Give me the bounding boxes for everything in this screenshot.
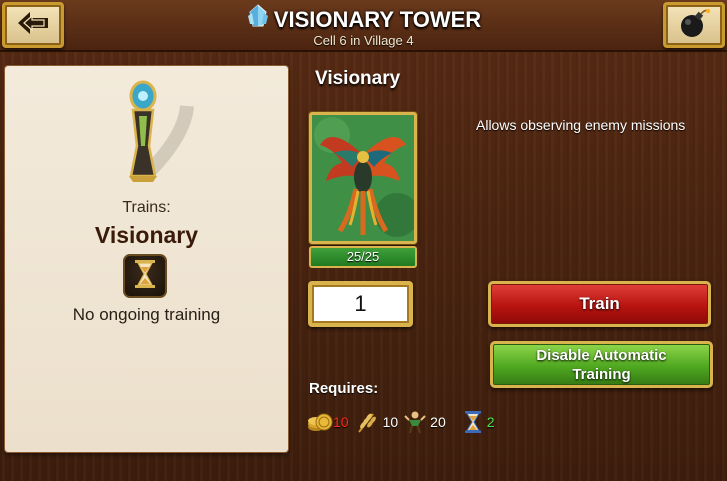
trained-unit-name: Visionary (94, 222, 199, 248)
wheat-cost-value: 10 (382, 414, 399, 430)
gold-cost-value: 10 (333, 414, 349, 430)
auto-training-label-line2: Training (572, 366, 631, 383)
building-info-panel: Trains: Visionary No ongoing training (5, 66, 288, 452)
requirement-time: 2 (464, 410, 495, 434)
gold-coins-icon (307, 411, 333, 433)
hourglass-icon (134, 259, 156, 294)
unit-count-bar: 25/25 (309, 246, 417, 268)
requirement-gold: 10 (307, 411, 349, 433)
disable-automatic-training-button[interactable]: Disable Automatic Training (490, 341, 713, 388)
requirement-population: 20 (404, 410, 446, 434)
phoenix-icon (312, 115, 414, 241)
hourglass-icon (464, 410, 482, 434)
page-title: VISIONARY TOWER (273, 6, 482, 32)
requirement-wheat: 10 (355, 410, 399, 434)
unit-description: Allows observing enemy missions (476, 117, 686, 133)
location-subtitle: Cell 6 in Village 4 (313, 33, 414, 48)
bomb-icon (677, 6, 711, 45)
header-bar: VISIONARY TOWER Cell 6 in Village 4 (0, 0, 727, 52)
population-cost-value: 20 (430, 414, 446, 430)
wheat-icon (355, 410, 379, 434)
training-status-icon-box (123, 254, 167, 298)
requirements-row: 10 10 20 2 (307, 410, 495, 434)
crystal-icon (246, 4, 270, 35)
visionary-tower-icon (115, 76, 205, 193)
quantity-input[interactable]: 1 (308, 281, 413, 327)
bomb-button[interactable] (663, 2, 725, 48)
unit-portrait (309, 112, 417, 244)
training-status-text: No ongoing training (72, 305, 221, 324)
requires-label: Requires: (309, 380, 379, 397)
population-icon (404, 410, 426, 434)
time-cost-value: 2 (486, 414, 495, 430)
train-button[interactable]: Train (488, 281, 711, 327)
unit-title: Visionary (315, 68, 401, 89)
auto-training-label-line1: Disable Automatic (536, 347, 667, 364)
trains-label: Trains: (122, 199, 171, 216)
